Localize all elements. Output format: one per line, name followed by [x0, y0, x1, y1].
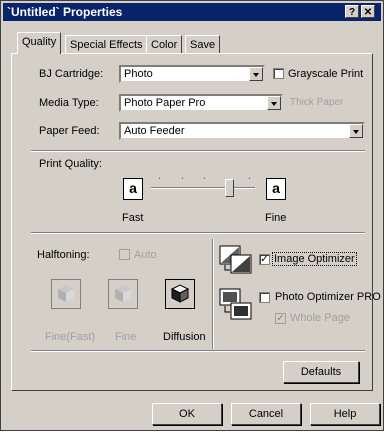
- cancel-button[interactable]: Cancel: [231, 403, 301, 425]
- whole-page-checkbox[interactable]: ✓: [275, 313, 286, 324]
- cube-icon: [58, 285, 74, 302]
- chevron-down-icon[interactable]: [249, 67, 263, 81]
- vertical-separator: [212, 239, 214, 349]
- help-button[interactable]: Help: [310, 403, 380, 425]
- bj-cartridge-select[interactable]: Photo: [119, 65, 265, 83]
- title-bar[interactable]: `Untitled` Properties ? ✕: [3, 3, 381, 21]
- whole-page-label: Whole Page: [290, 312, 350, 324]
- defaults-button[interactable]: Defaults: [283, 361, 359, 383]
- chevron-down-icon[interactable]: [267, 96, 281, 110]
- media-type-value: Photo Paper Pro: [124, 97, 206, 109]
- paper-feed-value: Auto Feeder: [124, 125, 185, 137]
- bj-cartridge-value: Photo: [124, 68, 153, 80]
- image-optimizer-icon: [219, 245, 253, 275]
- properties-dialog: `Untitled` Properties ? ✕ Quality Specia…: [0, 0, 384, 431]
- grayscale-label: Grayscale Print: [288, 68, 364, 80]
- paper-feed-select[interactable]: Auto Feeder: [119, 122, 365, 140]
- cube-icon: [170, 284, 190, 303]
- fine-option-label: Fine: [115, 331, 137, 343]
- fast-label: Fast: [122, 212, 144, 224]
- fine-quality-icon: a: [266, 178, 286, 200]
- bj-cartridge-label: BJ Cartridge:: [39, 68, 104, 80]
- grayscale-checkbox[interactable]: [273, 68, 284, 79]
- paper-feed-label: Paper Feed:: [39, 125, 100, 137]
- chevron-down-icon[interactable]: [349, 124, 363, 138]
- tab-quality[interactable]: Quality: [17, 32, 62, 54]
- image-optimizer-checkbox[interactable]: ✓: [259, 254, 270, 265]
- fine-label: Fine: [265, 212, 287, 224]
- diffusion-label: Diffusion: [163, 331, 206, 343]
- image-optimizer-label: Image Optimizer: [272, 252, 357, 266]
- tab-color[interactable]: Color: [146, 35, 183, 53]
- diffusion-halftone-button[interactable]: [165, 279, 195, 309]
- tick-mark: ˊ: [248, 177, 251, 186]
- tab-save[interactable]: Save: [185, 35, 221, 53]
- close-title-button[interactable]: ✕: [361, 5, 375, 18]
- tick-mark: ˊ: [158, 177, 161, 186]
- fine-fast-halftone-button[interactable]: [51, 279, 81, 309]
- fine-fast-label: Fine(Fast): [45, 331, 96, 343]
- print-quality-label: Print Quality:: [39, 158, 102, 170]
- tick-mark: ˊ: [203, 177, 206, 186]
- cube-icon: [115, 285, 131, 302]
- tick-mark: ˊ: [181, 177, 184, 186]
- media-type-select[interactable]: Photo Paper Pro: [119, 94, 283, 112]
- photo-optimizer-icon: [219, 288, 253, 322]
- help-title-button[interactable]: ?: [345, 5, 359, 18]
- separator: [31, 150, 365, 152]
- ok-button[interactable]: OK: [152, 403, 222, 425]
- auto-checkbox[interactable]: [119, 249, 130, 260]
- tab-special-effects[interactable]: Special Effects: [65, 35, 148, 53]
- quality-slider-track[interactable]: [151, 187, 255, 189]
- photo-optimizer-checkbox[interactable]: [259, 292, 270, 303]
- window-title: `Untitled` Properties: [7, 5, 123, 19]
- auto-label: Auto: [134, 249, 157, 261]
- thick-paper-label: Thick Paper: [290, 97, 344, 108]
- fine-halftone-button[interactable]: [108, 279, 138, 309]
- halftoning-label: Halftoning:: [37, 249, 90, 261]
- fast-quality-icon: a: [123, 178, 143, 200]
- quality-slider-thumb[interactable]: [225, 179, 234, 197]
- photo-optimizer-label: Photo Optimizer PRO: [275, 291, 381, 303]
- media-type-label: Media Type:: [39, 97, 99, 109]
- separator: [31, 232, 365, 234]
- separator: [31, 350, 365, 352]
